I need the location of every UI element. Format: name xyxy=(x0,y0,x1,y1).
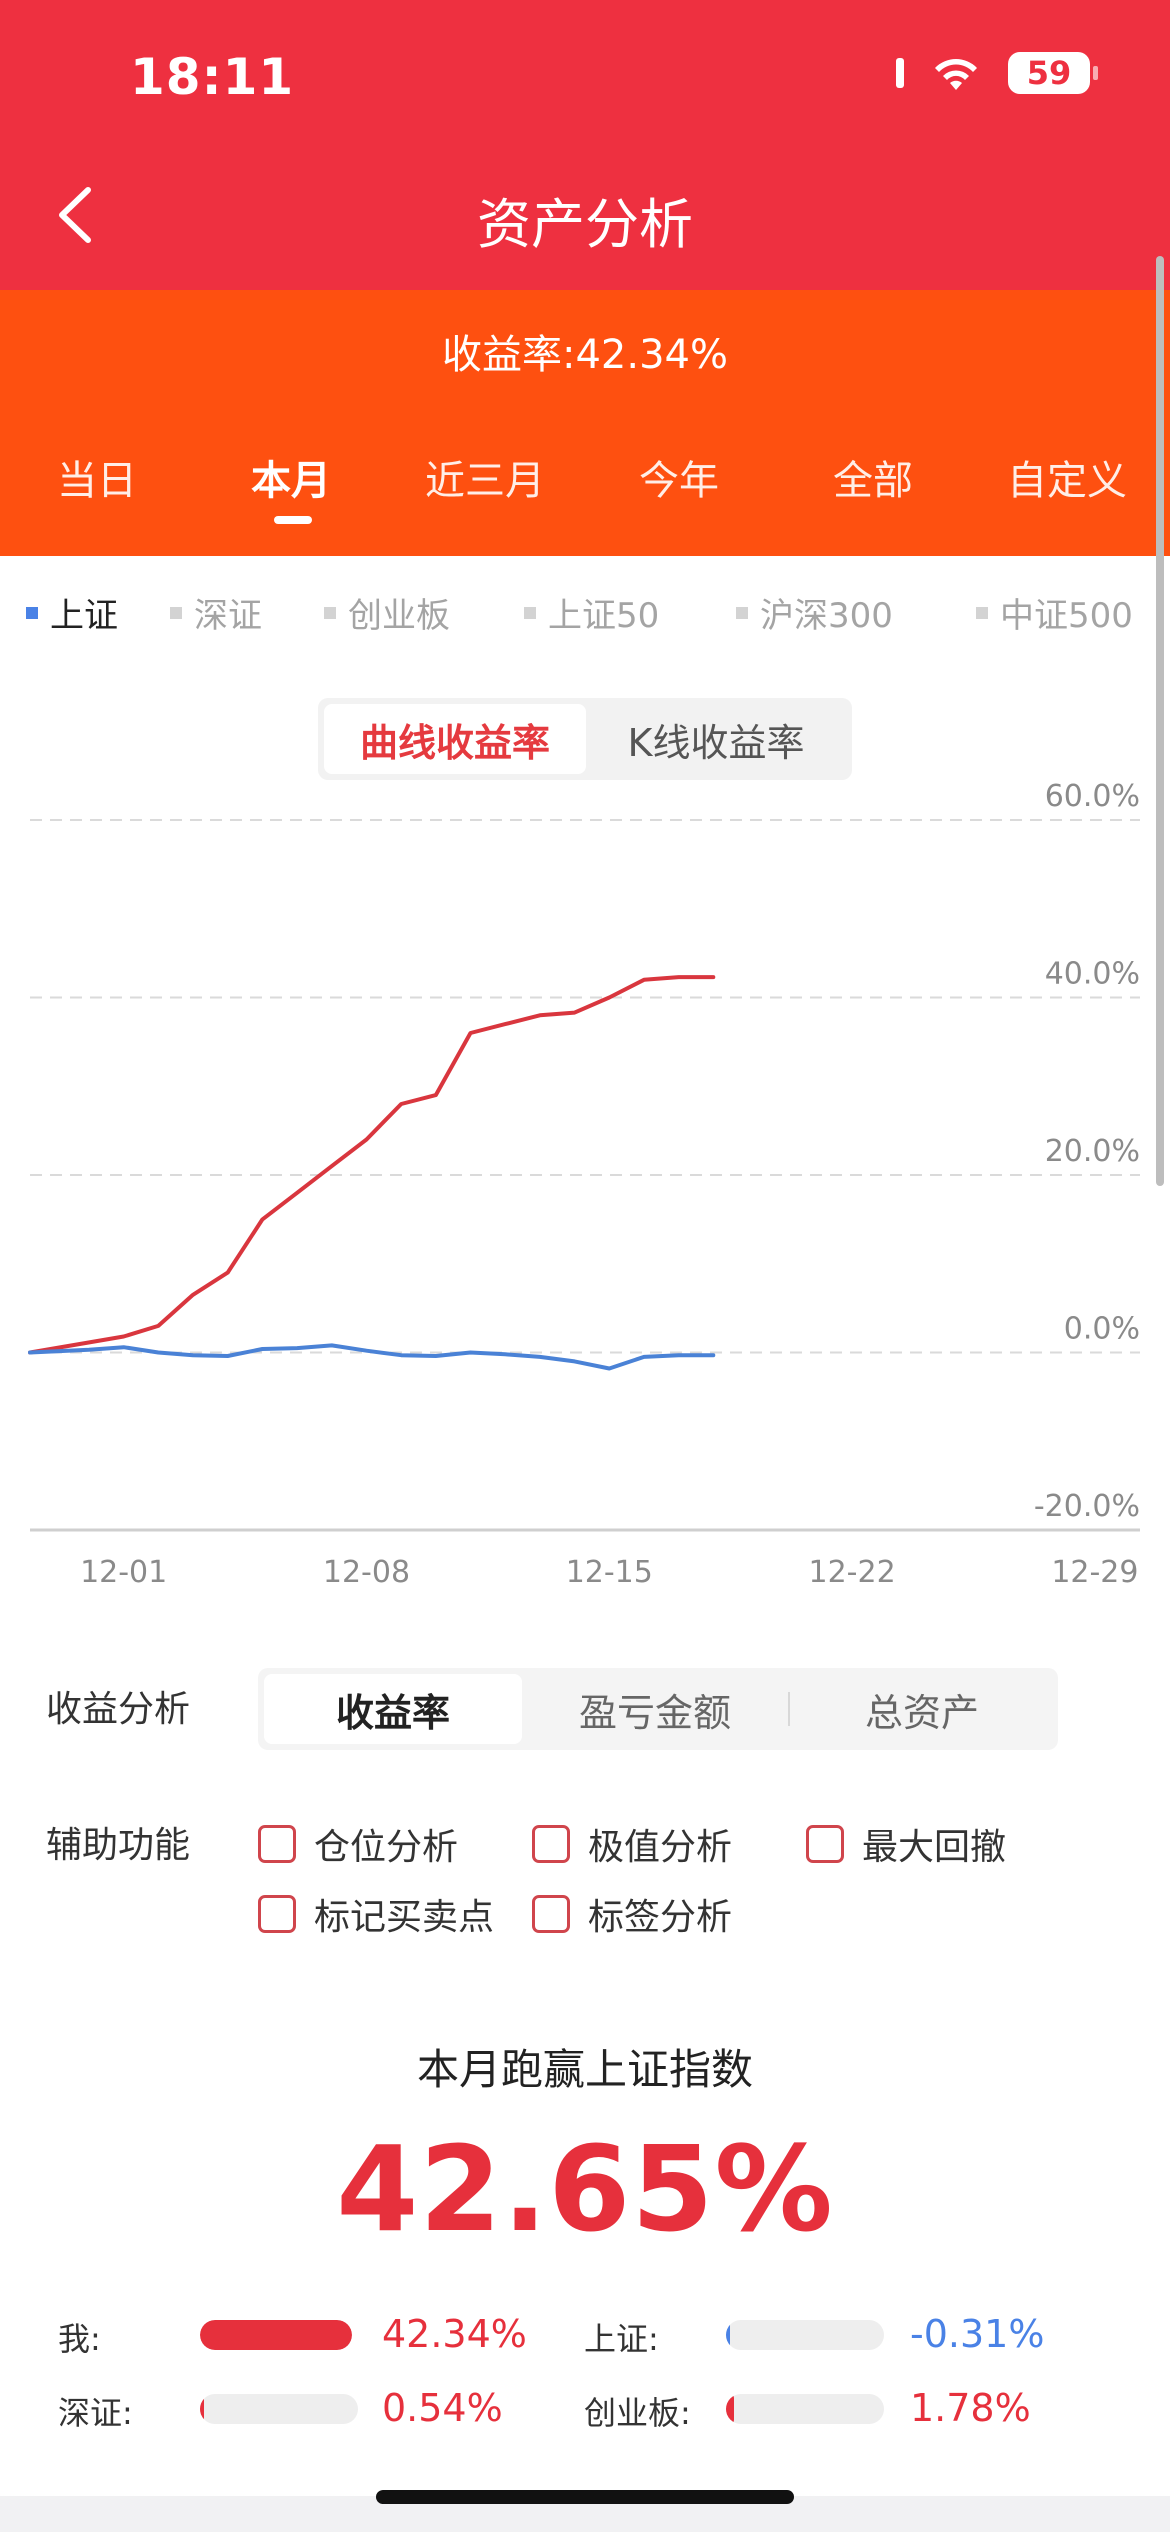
index-cyb[interactable]: 创业板 xyxy=(324,588,450,637)
home-indicator[interactable] xyxy=(376,2490,794,2504)
index-zz500[interactable]: 中证500 xyxy=(976,588,1133,637)
sh-value: -0.31% xyxy=(910,2312,1045,2356)
checkbox-label: 标记买卖点 xyxy=(314,1897,495,1938)
battery-icon: 59 xyxy=(1008,52,1098,94)
index-marker xyxy=(170,606,182,619)
checkbox-label: 仓位分析 xyxy=(314,1827,459,1868)
checkbox-box xyxy=(806,1825,844,1863)
index-marker xyxy=(524,606,536,619)
tab-three-months[interactable]: 近三月 xyxy=(388,448,582,506)
index-marker xyxy=(736,606,748,619)
checkbox-label: 最大回撤 xyxy=(862,1827,1007,1868)
chart-mode-toggle: 曲线收益率 K线收益率 xyxy=(318,698,852,780)
index-sz[interactable]: 深证 xyxy=(170,588,262,637)
tab-all[interactable]: 全部 xyxy=(776,448,970,506)
index-sh50[interactable]: 上证50 xyxy=(524,588,659,637)
x-tick-label: 12-01 xyxy=(80,1555,167,1590)
sz-bar xyxy=(200,2394,358,2424)
analysis-pnl-option[interactable]: 盈亏金额 xyxy=(526,1674,784,1744)
cyb-label: 创业板: xyxy=(584,2394,691,2432)
mark-trades-checkbox[interactable]: 标记买卖点 xyxy=(258,1888,494,1940)
index-label: 深证 xyxy=(194,596,262,636)
wifi-icon xyxy=(935,59,977,90)
sh-bar-fill xyxy=(726,2320,730,2350)
index-tabs: 上证 深证 创业板 上证50 沪深300 中证500 xyxy=(0,588,1170,648)
y-tick-label: 0.0% xyxy=(1064,1312,1140,1347)
battery-tip xyxy=(1093,66,1098,80)
y-tick-label: 60.0% xyxy=(1045,779,1140,814)
x-tick-label: 12-29 xyxy=(1051,1555,1138,1590)
sh-bar xyxy=(726,2320,884,2350)
status-icons: 59 xyxy=(896,52,1098,94)
x-tick-label: 12-15 xyxy=(566,1555,653,1590)
checkbox-label: 极值分析 xyxy=(588,1827,733,1868)
cyb-bar-fill xyxy=(726,2394,734,2424)
index-label: 沪深300 xyxy=(760,596,893,636)
me-value: 42.34% xyxy=(382,2312,527,2356)
curve-yield-option[interactable]: 曲线收益率 xyxy=(324,704,586,774)
tab-today[interactable]: 当日 xyxy=(0,448,194,506)
checkbox-box xyxy=(258,1895,296,1933)
index-label: 中证500 xyxy=(1000,596,1133,636)
index-marker xyxy=(976,606,988,619)
max-drawdown-checkbox[interactable]: 最大回撤 xyxy=(806,1818,1006,1870)
x-tick-label: 12-22 xyxy=(809,1555,896,1590)
x-tick-label: 12-08 xyxy=(323,1555,410,1590)
cyb-bar xyxy=(726,2394,884,2424)
index-sh[interactable]: 上证 xyxy=(26,588,118,637)
index-label: 上证50 xyxy=(548,596,660,636)
y-tick-label: -20.0% xyxy=(1034,1489,1140,1524)
tab-custom[interactable]: 自定义 xyxy=(970,448,1164,506)
extremum-analysis-checkbox[interactable]: 极值分析 xyxy=(532,1818,732,1870)
analysis-label: 收益分析 xyxy=(46,1689,191,1730)
position-analysis-checkbox[interactable]: 仓位分析 xyxy=(258,1818,458,1870)
yield-summary: 收益率:42.34% xyxy=(442,332,728,378)
me-label: 我: xyxy=(58,2320,101,2358)
index-marker xyxy=(324,606,336,619)
active-tab-indicator xyxy=(274,516,312,524)
index-label: 创业板 xyxy=(348,596,450,636)
yield-chart: 60.0% 40.0% 20.0% 0.0% -20.0% 12-01 12-08 12-15… xyxy=(28,779,1140,1590)
index-label: 上证 xyxy=(50,596,118,636)
analysis-toggle: 收益率 盈亏金额 总资产 xyxy=(258,1668,1058,1750)
me-bar xyxy=(200,2320,352,2350)
battery-level: 59 xyxy=(1026,54,1072,92)
sh-label: 上证: xyxy=(584,2320,659,2358)
cyb-value: 1.78% xyxy=(910,2386,1031,2430)
tag-analysis-checkbox[interactable]: 标签分析 xyxy=(532,1888,732,1940)
analysis-total-assets-option[interactable]: 总资产 xyxy=(792,1674,1052,1744)
kline-yield-option[interactable]: K线收益率 xyxy=(586,704,846,774)
y-tick-label: 40.0% xyxy=(1045,957,1140,992)
toggle-divider xyxy=(788,1692,790,1726)
period-tabs: 当日 本月 近三月 今年 全部 自定义 xyxy=(0,448,1170,528)
sz-value: 0.54% xyxy=(382,2386,503,2430)
page-title: 资产分析 xyxy=(477,193,693,256)
y-tick-label: 20.0% xyxy=(1045,1134,1140,1169)
tab-this-month[interactable]: 本月 xyxy=(194,448,388,506)
index-marker xyxy=(26,606,38,619)
tab-this-year[interactable]: 今年 xyxy=(582,448,776,506)
checkbox-label: 标签分析 xyxy=(588,1897,733,1938)
sz-label: 深证: xyxy=(58,2394,133,2432)
outperform-value: 42.65% xyxy=(336,2120,834,2258)
me-bar-fill xyxy=(200,2320,352,2350)
sz-bar-fill xyxy=(200,2394,204,2424)
index-line xyxy=(28,1343,716,1371)
outperform-title: 本月跑赢上证指数 xyxy=(416,2045,753,2094)
aux-label: 辅助功能 xyxy=(46,1825,191,1866)
status-time: 18:11 xyxy=(130,48,295,106)
checkbox-box xyxy=(532,1825,570,1863)
signal-icon xyxy=(896,58,904,88)
analysis-yield-option[interactable]: 收益率 xyxy=(264,1674,522,1744)
checkbox-box xyxy=(258,1825,296,1863)
portfolio-line xyxy=(28,975,716,1355)
checkbox-box xyxy=(532,1895,570,1933)
index-hs300[interactable]: 沪深300 xyxy=(736,588,893,637)
